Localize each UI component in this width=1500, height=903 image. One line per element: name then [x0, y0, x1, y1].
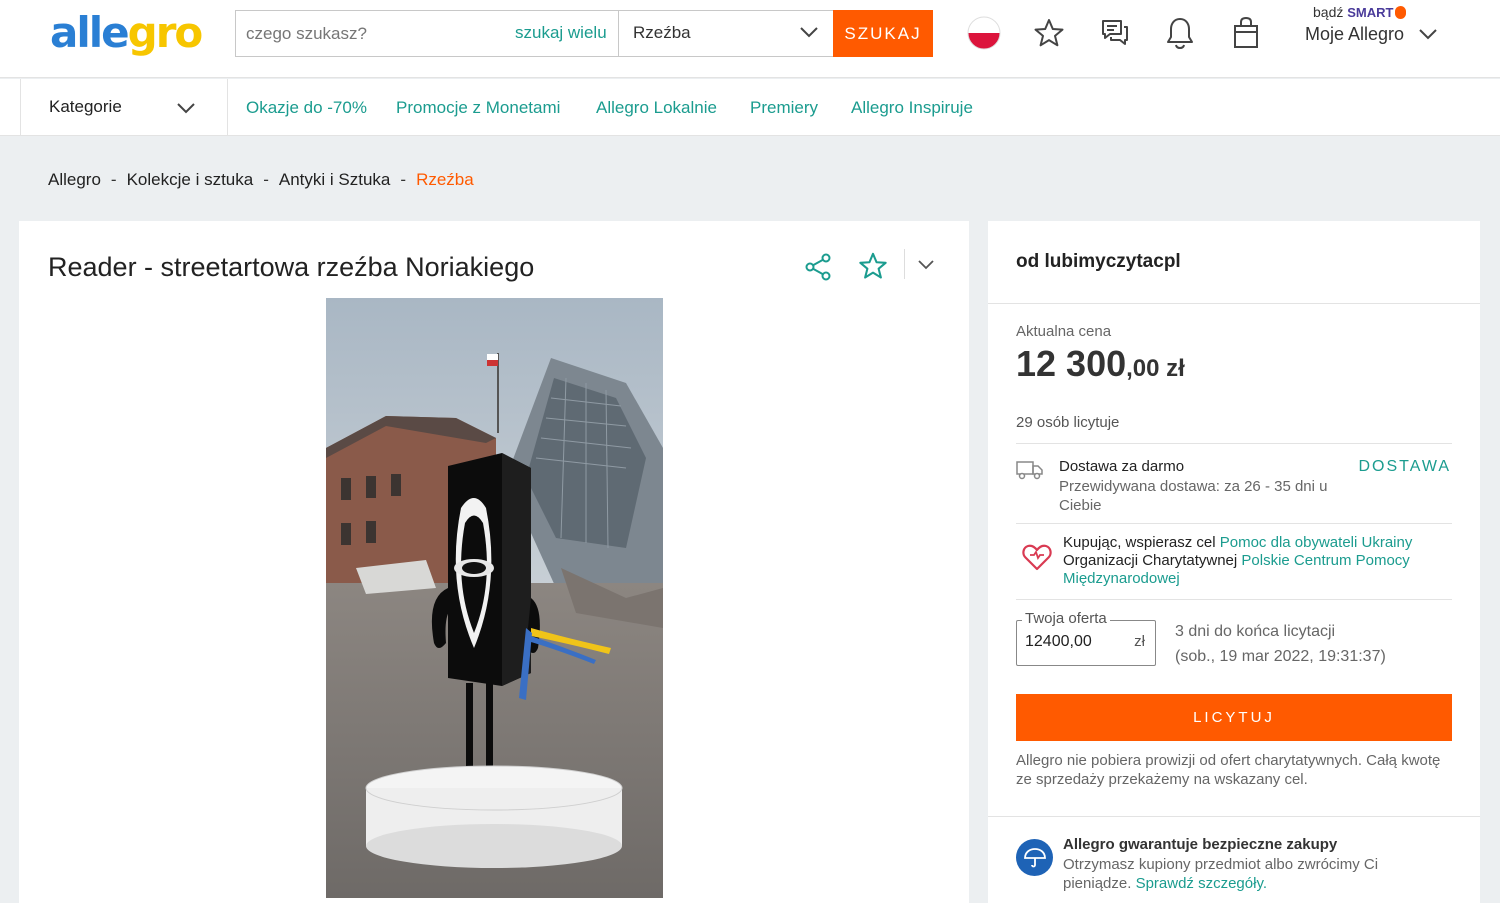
search-bar: szukaj wielu Rzeźba SZUKAJ	[235, 10, 933, 57]
chevron-down-icon[interactable]	[1417, 23, 1439, 50]
seller-name[interactable]: od lubimyczytacpl	[1016, 251, 1181, 273]
search-category-value: Rzeźba	[633, 23, 691, 42]
delivery-title: Dostawa za darmo	[1059, 458, 1185, 475]
chevron-down-icon[interactable]	[915, 253, 937, 280]
search-many-link[interactable]: szukaj wielu	[515, 23, 607, 43]
nav-link-okazje[interactable]: Okazje do -70%	[246, 98, 367, 118]
guarantee-text: Otrzymasz kupiony przedmiot albo zwrócim…	[1063, 856, 1379, 892]
your-offer-label: Twoja oferta	[1022, 610, 1110, 627]
smart-icon	[1395, 6, 1407, 19]
product-photo[interactable]	[326, 298, 663, 898]
chevron-down-icon	[175, 97, 197, 124]
nav-link-premiery[interactable]: Premiery	[750, 98, 818, 118]
umbrella-icon	[1016, 839, 1053, 876]
product-panel: Reader - streetartowa rzeźba Noriakiego	[19, 221, 969, 903]
auction-end-date: (sob., 19 mar 2022, 19:31:37)	[1175, 648, 1386, 665]
allegro-logo[interactable]: allegro	[50, 8, 203, 57]
category-nav: Kategorie Okazje do -70% Promocje z Mone…	[0, 79, 1500, 136]
delivery-link[interactable]: DOSTAWA	[1358, 458, 1451, 476]
price-label: Aktualna cena	[1016, 323, 1112, 340]
search-input[interactable]	[236, 11, 516, 56]
share-icon[interactable]	[803, 252, 833, 287]
your-offer-input[interactable]	[1025, 633, 1125, 651]
currency-unit: zł	[1134, 633, 1145, 650]
nav-link-promocje[interactable]: Promocje z Monetami	[396, 98, 560, 118]
search-category-select[interactable]: Rzeźba	[618, 11, 834, 56]
heart-icon	[1022, 543, 1052, 576]
charity-info: Kupując, wspierasz cel Pomoc dla obywate…	[1063, 534, 1413, 587]
chevron-down-icon	[798, 21, 820, 48]
breadcrumb-item[interactable]: Kolekcje i sztuka	[127, 170, 254, 189]
auction-ends-in: 3 dni do końca licytacji	[1175, 623, 1336, 640]
nav-link-lokalnie[interactable]: Allegro Lokalnie	[596, 98, 717, 118]
charity-cause-link[interactable]: Pomoc dla obywateli Ukrainy	[1220, 534, 1413, 551]
messages-icon[interactable]	[1097, 15, 1133, 51]
categories-dropdown[interactable]: Kategorie	[20, 79, 228, 136]
divider	[1016, 443, 1452, 444]
favorite-star-icon[interactable]	[858, 251, 888, 286]
breadcrumb: Allegro - Kolekcje i sztuka - Antyki i Sztuk…	[48, 170, 474, 189]
top-header: allegro szukaj wielu Rzeźba SZUKAJ bądź …	[0, 0, 1500, 78]
guarantee-details-link[interactable]: Sprawdź szczegóły.	[1136, 875, 1267, 892]
truck-icon	[1016, 459, 1044, 486]
nav-link-inspiruje[interactable]: Allegro Inspiruje	[851, 98, 973, 118]
breadcrumb-current: Rzeźba	[416, 170, 474, 189]
breadcrumb-item[interactable]: Antyki i Sztuka	[279, 170, 391, 189]
breadcrumb-item[interactable]: Allegro	[48, 170, 101, 189]
divider	[1016, 523, 1452, 524]
divider	[988, 816, 1480, 817]
bag-icon[interactable]	[1228, 15, 1264, 51]
search-button[interactable]: SZUKAJ	[833, 10, 933, 57]
guarantee-title: Allegro gwarantuje bezpieczne zakupy	[1063, 836, 1338, 853]
delivery-estimate: Przewidywana dostawa: za 26 - 35 dni u C…	[1059, 478, 1328, 514]
divider	[904, 249, 905, 279]
charity-note: Allegro nie pobiera prowizji od ofert ch…	[1016, 752, 1441, 788]
bell-icon[interactable]	[1162, 15, 1198, 51]
current-price: 12 300,00 zł	[1016, 343, 1185, 384]
smart-badge[interactable]: bądź SMART	[1313, 4, 1407, 20]
bidders-count: 29 osób licytuje	[1016, 414, 1120, 431]
poland-flag-icon[interactable]	[966, 15, 1002, 51]
divider	[1016, 599, 1452, 600]
offer-panel: od lubimyczytacpl Aktualna cena 12 300,0…	[988, 221, 1480, 903]
account-menu[interactable]: Moje Allegro	[1305, 24, 1404, 45]
product-title: Reader - streetartowa rzeźba Noriakiego	[48, 252, 535, 282]
divider	[988, 303, 1480, 304]
star-icon[interactable]	[1031, 15, 1067, 51]
bid-button[interactable]: LICYTUJ	[1016, 694, 1452, 741]
